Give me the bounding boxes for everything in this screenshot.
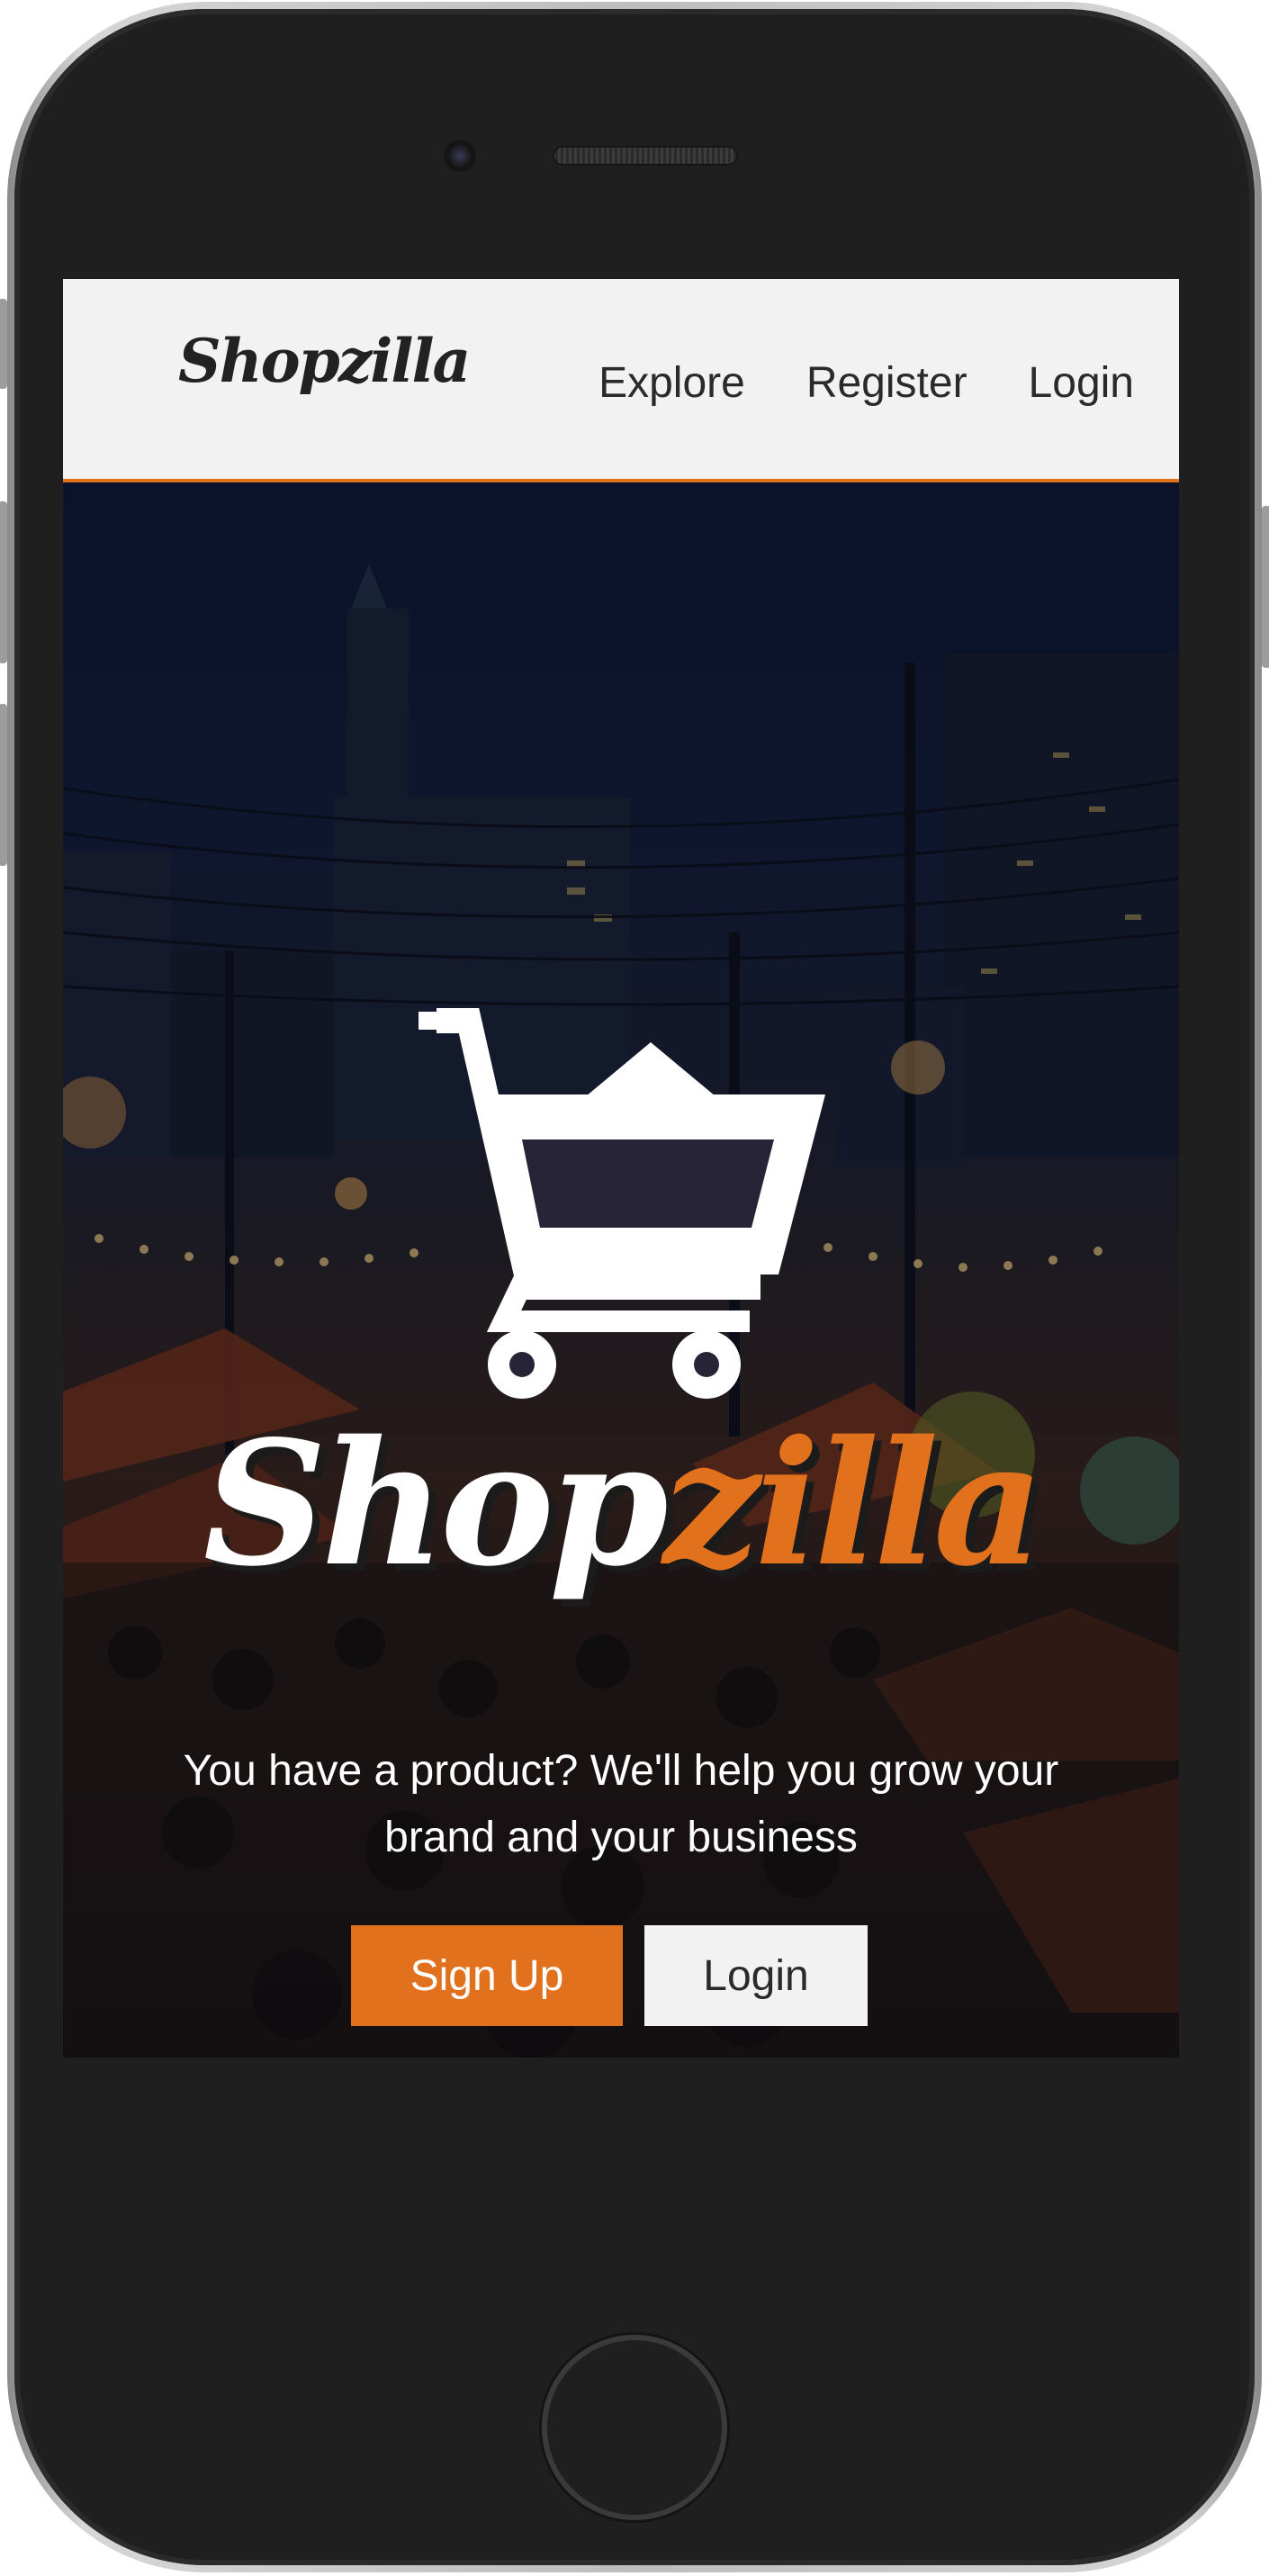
navbar: Shopzilla Explore Register Login — [63, 279, 1179, 482]
volume-down-button — [0, 704, 7, 866]
hero-section: Shopzilla You have a product? We'll help… — [63, 482, 1179, 2058]
home-button[interactable] — [542, 2335, 727, 2520]
mute-switch — [0, 299, 7, 389]
signup-button[interactable]: Sign Up — [351, 1925, 623, 2026]
nav-link-login[interactable]: Login — [1029, 358, 1134, 408]
hero-brand-part-1: Shop — [202, 1403, 669, 1604]
front-camera — [446, 142, 473, 169]
earpiece-speaker — [553, 146, 738, 166]
nav-logo[interactable]: Shopzilla — [178, 326, 471, 396]
shopping-cart-icon — [418, 1008, 825, 1399]
hero-tagline: You have a product? We'll help you grow … — [183, 1747, 1059, 1861]
app-screen: Shopzilla Explore Register Login Shopzil… — [63, 279, 1179, 2058]
hero-brand-part-2: zilla — [662, 1403, 1045, 1604]
nav-links: Explore Register Login — [598, 358, 1134, 408]
login-button[interactable]: Login — [644, 1925, 868, 2026]
hero-brand-title: Shopzilla — [63, 1419, 1179, 1590]
nav-link-explore[interactable]: Explore — [598, 358, 745, 408]
volume-up-button — [0, 501, 7, 663]
power-button — [1262, 506, 1269, 668]
nav-link-register[interactable]: Register — [806, 358, 968, 408]
